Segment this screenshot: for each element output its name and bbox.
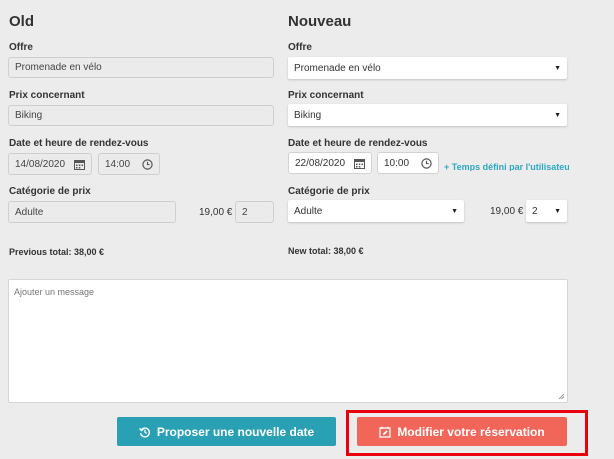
modify-reservation-label: Modifier votre réservation (397, 424, 545, 439)
old-category-field: Adulte (8, 201, 176, 223)
old-offer-field: Promenade en vélo (8, 57, 274, 78)
user-defined-time-link[interactable]: + Temps défini par l'utilisateur (444, 162, 569, 171)
old-column-title: Old (9, 13, 34, 30)
caret-down-icon: ▼ (554, 64, 561, 72)
old-offer-value: Promenade en vélo (15, 62, 102, 73)
old-category-value: Adulte (15, 206, 44, 218)
old-unit-price: 19,00 € (199, 207, 233, 218)
old-date-field: 14/08/2020 (8, 153, 92, 175)
old-time-field: 14:00 (98, 153, 160, 175)
clock-icon[interactable] (421, 157, 432, 169)
new-category-label: Catégorie de prix (288, 186, 370, 197)
edit-calendar-icon (379, 426, 391, 438)
new-offer-value: Promenade en vélo (294, 62, 381, 74)
new-date-value: 22/08/2020 (295, 157, 346, 169)
caret-down-icon: ▼ (554, 207, 561, 215)
new-datetime-label: Date et heure de rendez-vous (288, 138, 428, 149)
old-offer-label: Offre (9, 42, 33, 53)
new-concern-value: Biking (294, 109, 322, 121)
old-date-value: 14/08/2020 (15, 158, 66, 170)
calendar-icon[interactable] (354, 158, 365, 169)
new-time-input[interactable]: 10:00 (377, 152, 439, 174)
new-quantity-value: 2 (532, 205, 538, 217)
new-category-select[interactable]: Adulte ▼ (288, 200, 464, 222)
message-placeholder: Ajouter un message (14, 287, 95, 297)
user-defined-time-link-wrap: + Temps défini par l'utilisateur (444, 157, 569, 171)
old-concern-field: Biking (8, 105, 274, 126)
new-concern-select[interactable]: Biking ▼ (288, 104, 567, 126)
old-concern-value: Biking (15, 110, 43, 121)
old-concern-label: Prix concernant (9, 90, 85, 101)
new-category-value: Adulte (294, 205, 323, 217)
modify-reservation-button[interactable]: Modifier votre réservation (357, 417, 567, 446)
new-offer-select[interactable]: Promenade en vélo ▼ (288, 57, 567, 79)
old-datetime-label: Date et heure de rendez-vous (9, 138, 149, 149)
new-offer-label: Offre (288, 42, 312, 53)
new-concern-label: Prix concernant (288, 90, 364, 101)
new-unit-price: 19,00 € (490, 206, 524, 217)
new-total: New total: 38,00 € (288, 246, 364, 256)
old-quantity-value: 2 (242, 206, 248, 218)
calendar-icon (74, 159, 85, 170)
new-quantity-select[interactable]: 2 ▼ (526, 200, 567, 222)
message-textarea[interactable]: Ajouter un message (8, 279, 568, 403)
new-time-value: 10:00 (384, 157, 410, 169)
old-quantity-field: 2 (235, 201, 274, 223)
old-total: Previous total: 38,00 € (9, 247, 105, 257)
old-time-value: 14:00 (105, 158, 131, 170)
old-category-label: Catégorie de prix (9, 186, 91, 197)
propose-new-date-label: Proposer une nouvelle date (156, 424, 315, 439)
clock-icon (142, 158, 153, 170)
caret-down-icon: ▼ (451, 207, 458, 215)
propose-new-date-button[interactable]: Proposer une nouvelle date (117, 417, 336, 446)
history-icon (138, 426, 151, 438)
caret-down-icon: ▼ (554, 111, 561, 119)
new-date-input[interactable]: 22/08/2020 (288, 152, 372, 174)
new-column-title: Nouveau (288, 13, 352, 30)
resize-handle-icon[interactable] (558, 393, 565, 400)
